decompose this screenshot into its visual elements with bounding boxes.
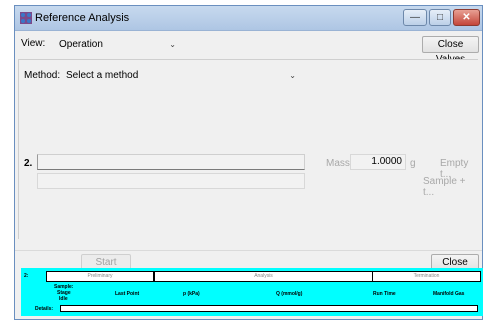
close-window-button[interactable]: ✕ (453, 9, 480, 26)
minimize-button[interactable]: — (403, 9, 427, 26)
chevron-down-icon: ⌄ (169, 40, 176, 49)
view-bar: View: Operation ⌄ Close Valves (15, 32, 482, 65)
stage-termination: Termination (372, 271, 481, 282)
mass-value: 1.0000 (371, 156, 402, 167)
window-title: Reference Analysis (35, 12, 130, 24)
column-run-time: Run Time (373, 291, 396, 297)
stage-preliminary: Preliminary (46, 271, 154, 282)
column-manifold-gas: Manifold Gas (433, 291, 465, 297)
app-icon (20, 12, 32, 24)
sample-name-input[interactable] (37, 154, 305, 170)
column-quantity: Q (mmol/g) (276, 291, 303, 297)
sample-description-input[interactable] (37, 173, 305, 189)
view-label: View: (21, 38, 46, 49)
column-last-point: Last Point (115, 291, 140, 297)
reference-analysis-window: Reference Analysis — □ ✕ View: Operation… (14, 5, 483, 320)
stage-analysis: Analysis (154, 271, 373, 282)
title-bar[interactable]: Reference Analysis — □ ✕ (15, 6, 482, 31)
view-select-value: Operation (59, 39, 103, 50)
details-label: Details: (35, 306, 54, 312)
port-label: 2: (24, 273, 29, 279)
details-field (60, 305, 478, 312)
mass-input[interactable]: 1.0000 (350, 154, 406, 170)
method-select-value: Select a method (66, 70, 139, 81)
chevron-down-icon: ⌄ (289, 71, 296, 80)
method-select[interactable]: Select a method ⌄ (62, 67, 301, 84)
sample-tube-label: Sample + t... (423, 176, 466, 198)
main-panel: Method: Select a method ⌄ 2. Mass: 1.000… (18, 59, 478, 239)
method-label: Method: (24, 70, 61, 81)
mass-unit: g (410, 158, 416, 169)
maximize-button[interactable]: □ (429, 9, 451, 26)
mass-label: Mass: (326, 158, 353, 169)
status-panel: 2: Preliminary Analysis Termination Samp… (21, 268, 483, 316)
close-valves-button[interactable]: Close Valves (422, 36, 479, 65)
column-pressure: p (kPa) (183, 291, 200, 297)
sample-index-label: 2. (24, 158, 33, 169)
view-select[interactable]: Operation ⌄ (55, 36, 181, 53)
idle-info-label: Idle (59, 296, 68, 302)
